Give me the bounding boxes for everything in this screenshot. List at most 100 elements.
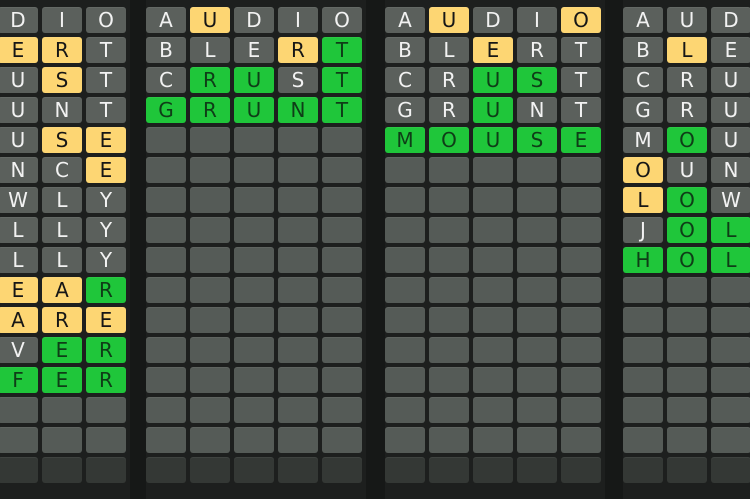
tile: G [385, 97, 425, 123]
tile [385, 397, 425, 423]
tile: T [322, 97, 362, 123]
tile [667, 367, 707, 393]
tile [429, 247, 469, 273]
tile: S [517, 67, 557, 93]
tile: N [711, 157, 750, 183]
tile [517, 427, 557, 453]
tile: O [667, 247, 707, 273]
tile [278, 427, 318, 453]
tile: E [234, 37, 274, 63]
board-3: AUDIOBLERTCRUSTGRUNTMOUSE [385, 0, 605, 499]
tile: T [561, 97, 601, 123]
tile: R [667, 97, 707, 123]
tile: E [86, 127, 126, 153]
tile [42, 397, 82, 423]
tile [42, 457, 82, 483]
tile: L [0, 217, 38, 243]
tile: L [623, 187, 663, 213]
tile: R [278, 37, 318, 63]
tile: R [429, 97, 469, 123]
tile [322, 247, 362, 273]
tile [322, 127, 362, 153]
tile [234, 217, 274, 243]
tile [385, 367, 425, 393]
tile [234, 367, 274, 393]
tile [667, 397, 707, 423]
tile [517, 277, 557, 303]
tile [623, 427, 663, 453]
tile [473, 157, 513, 183]
tile [667, 307, 707, 333]
tile: A [385, 7, 425, 33]
tile [234, 307, 274, 333]
tile [561, 217, 601, 243]
tile: N [42, 97, 82, 123]
tile [429, 217, 469, 243]
tile: C [42, 157, 82, 183]
tile [711, 307, 750, 333]
tile [429, 307, 469, 333]
tile [190, 277, 230, 303]
tile: R [86, 337, 126, 363]
tile [190, 397, 230, 423]
tile [234, 187, 274, 213]
tile [322, 307, 362, 333]
tile [86, 457, 126, 483]
tile [86, 427, 126, 453]
tile [278, 157, 318, 183]
tile [234, 397, 274, 423]
tile: U [473, 127, 513, 153]
tile: T [86, 37, 126, 63]
tile: O [667, 127, 707, 153]
tile: U [667, 7, 707, 33]
tile [517, 187, 557, 213]
tile [146, 457, 186, 483]
tile [146, 127, 186, 153]
tile [190, 337, 230, 363]
tile: N [517, 97, 557, 123]
tile [234, 277, 274, 303]
tile: I [42, 7, 82, 33]
tile: C [146, 67, 186, 93]
tile: E [711, 37, 750, 63]
board-4: AUDBLECRUGRUMOUOUNLOWJOLHOL [623, 0, 750, 499]
tile [322, 157, 362, 183]
tile [190, 157, 230, 183]
tile [146, 247, 186, 273]
tile [429, 157, 469, 183]
tile: S [42, 67, 82, 93]
tile [561, 457, 601, 483]
tile [146, 397, 186, 423]
tile: H [623, 247, 663, 273]
tile: O [86, 7, 126, 33]
tile: R [190, 97, 230, 123]
tile [322, 337, 362, 363]
tile: O [667, 187, 707, 213]
tile: L [667, 37, 707, 63]
tile [473, 457, 513, 483]
tile: C [623, 67, 663, 93]
tile [429, 427, 469, 453]
tile [623, 457, 663, 483]
tile [517, 157, 557, 183]
tile [234, 247, 274, 273]
tile [385, 337, 425, 363]
tile: O [561, 7, 601, 33]
tile: L [711, 217, 750, 243]
tile: E [473, 37, 513, 63]
tile [623, 397, 663, 423]
tile [190, 247, 230, 273]
tile [561, 367, 601, 393]
tile: U [711, 127, 750, 153]
tile [561, 427, 601, 453]
tile [385, 277, 425, 303]
tile [517, 397, 557, 423]
tile [429, 187, 469, 213]
tile [429, 337, 469, 363]
tile [429, 367, 469, 393]
tile: R [190, 67, 230, 93]
tile [86, 397, 126, 423]
tile [278, 187, 318, 213]
tile [711, 397, 750, 423]
tile [711, 277, 750, 303]
